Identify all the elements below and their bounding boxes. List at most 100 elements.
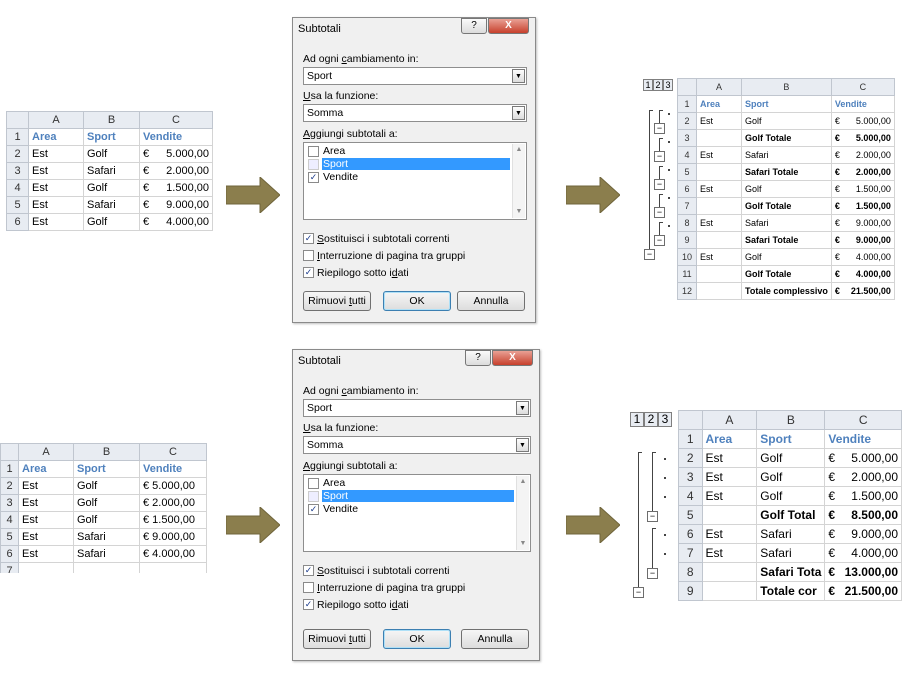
cell-sport[interactable]: Golf [73,511,140,529]
column-header[interactable]: A [18,443,74,461]
cell-area[interactable] [696,197,742,215]
cell-area[interactable] [696,231,742,249]
cancel-button[interactable]: Annulla [457,291,525,311]
row-header[interactable]: 1 [0,460,19,478]
cell-vendite[interactable]: €1.500,00 [830,180,895,198]
cell-area[interactable]: Est [701,543,758,563]
cell-area[interactable]: Est [696,146,742,164]
row-header[interactable]: 2 [6,145,29,163]
cell-area[interactable]: Est [696,248,742,266]
row-header[interactable]: 3 [677,129,697,147]
cell-vendite[interactable]: €4.000,00 [830,265,895,283]
cell-sport[interactable] [73,562,140,573]
row-header[interactable]: 4 [677,146,697,164]
cell-vendite[interactable]: €2.000,00 [824,467,902,487]
cell-area[interactable]: Est [701,486,758,506]
cell-area[interactable]: Est [18,545,74,563]
cell-area[interactable]: Est [28,196,84,214]
row-header[interactable]: 7 [678,543,703,563]
row-header[interactable]: 9 [677,231,697,249]
outline-level-1-button[interactable]: 1 [630,412,644,427]
chevron-down-icon[interactable]: ▼ [516,401,529,415]
cell-sport[interactable]: Golf Totale [741,265,832,283]
subtotal-field-list[interactable]: Area Sport ✓ Vendite ▲ ▼ [303,474,531,552]
minus-icon[interactable]: − [644,249,655,260]
cell-area[interactable]: Est [18,511,74,529]
checkmark-icon[interactable]: ✓ [303,233,314,244]
cell-area[interactable] [696,163,742,181]
row-header[interactable]: 6 [678,524,703,544]
cell-vendite[interactable]: € 5.000,00 [139,477,207,495]
cell-vendite[interactable]: €9.000,00 [830,214,895,232]
column-header[interactable]: C [139,443,207,461]
cell-area[interactable]: Area [28,128,84,146]
outline-level-2-button[interactable]: 2 [653,79,663,91]
column-header[interactable]: C [830,78,895,96]
cell-sport[interactable]: Safari [756,524,826,544]
cell-sport[interactable]: Safari [73,528,140,546]
cell-vendite[interactable]: Vendite [824,429,902,449]
cell-area[interactable] [701,505,758,525]
cell-vendite[interactable]: €1.500,00 [139,179,213,197]
checkbox[interactable] [308,158,319,170]
row-header[interactable]: 5 [0,528,19,546]
cell-vendite[interactable]: €4.000,00 [830,248,895,266]
cell-vendite[interactable]: € 4.000,00 [139,545,207,563]
cell-sport[interactable]: Safari [73,545,140,563]
summary-below-option[interactable]: ✓ Riepilogo sotto i d ati [303,598,409,611]
cell-area[interactable] [18,562,74,573]
cell-area[interactable]: Est [18,494,74,512]
cell-vendite[interactable]: Vendite [830,95,895,113]
cell-area[interactable] [701,562,758,582]
cell-vendite[interactable]: Vendite [139,128,213,146]
cell-sport[interactable]: Golf [756,486,826,506]
chevron-down-icon[interactable]: ▼ [517,538,529,550]
cell-vendite[interactable]: Vendite [139,460,207,478]
summary-below-option[interactable]: ✓ Riepilogo sotto i d ati [303,266,409,279]
cell-area[interactable] [696,282,742,300]
cell-area[interactable]: Est [28,213,84,231]
help-button[interactable]: ? [461,18,487,34]
cell-vendite[interactable]: €5.000,00 [830,129,895,147]
scrollbar[interactable]: ▲ ▼ [512,144,525,218]
function-combo[interactable]: Somma ▼ [303,104,527,122]
scrollbar[interactable]: ▲ ▼ [516,476,529,550]
checkbox[interactable] [303,582,314,593]
remove-all-button[interactable]: Rimuovi tutti [303,629,371,649]
minus-icon[interactable]: − [654,123,665,134]
checkmark-icon[interactable]: ✓ [303,599,314,610]
select-all-corner[interactable] [678,410,703,430]
row-header[interactable]: 6 [6,213,29,231]
cell-sport[interactable]: Golf [83,145,140,163]
cell-vendite[interactable]: €9.000,00 [139,196,213,214]
dialog-titlebar[interactable]: Subtotali? X [293,350,539,374]
column-header[interactable]: A [696,78,742,96]
cell-vendite[interactable]: €9.000,00 [824,524,902,544]
cell-vendite[interactable]: € 9.000,00 [139,528,207,546]
cell-area[interactable]: Est [701,448,758,468]
select-all-corner[interactable] [677,78,697,96]
row-header[interactable]: 1 [678,429,703,449]
cell-sport[interactable]: Sport [83,128,140,146]
cell-sport[interactable]: Safari Totale [741,231,832,249]
cell-sport[interactable]: Golf [83,179,140,197]
row-header[interactable]: 1 [6,128,29,146]
column-header[interactable]: B [756,410,826,430]
cell-vendite[interactable]: €5.000,00 [824,448,902,468]
cell-area[interactable] [696,265,742,283]
outline-level-1-button[interactable]: 1 [643,79,653,91]
help-button[interactable]: ? [465,350,491,366]
chevron-down-icon[interactable]: ▼ [512,69,525,83]
cell-vendite[interactable]: €4.000,00 [824,543,902,563]
column-header[interactable]: A [701,410,758,430]
subtotal-dialog-top[interactable]: Subtotali? X Ad ogni cambiamento in: Sport ▼… [292,17,536,323]
select-all-corner[interactable] [0,443,19,461]
column-header[interactable]: B [73,443,140,461]
change-combo[interactable]: Sport ▼ [303,67,527,85]
cell-area[interactable]: Est [28,179,84,197]
chevron-up-icon[interactable]: ▲ [517,476,529,488]
cell-area[interactable]: Area [18,460,74,478]
cell-sport[interactable]: Golf [83,213,140,231]
minus-icon[interactable]: − [633,586,644,598]
column-header[interactable]: C [824,410,902,430]
